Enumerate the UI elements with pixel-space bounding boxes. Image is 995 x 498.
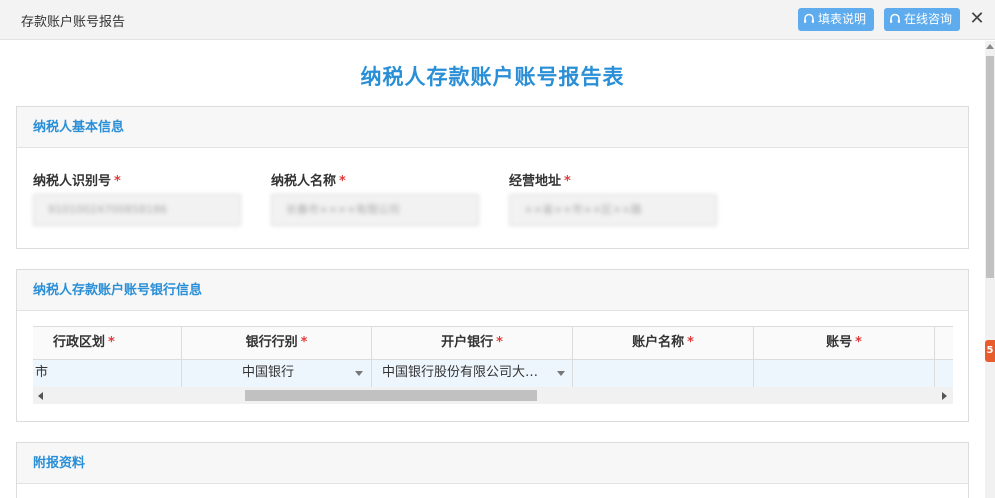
dialog-content: 纳税人存款账户账号报告表 纳税人基本信息 纳税人识别号 * 91010024700…	[0, 41, 985, 498]
business-address-input[interactable]: ××省××市××区××路	[509, 194, 717, 226]
grid-header-row: 行政区划 * 银行行别 * 开户银行 * 账户名称 * 账号 *	[33, 326, 953, 360]
attachments-heading: 附报资料	[17, 443, 968, 484]
bank-type-value: 中国银行	[242, 365, 295, 380]
business-address-label: 经营地址	[509, 174, 562, 189]
headset-icon	[804, 13, 814, 23]
extra-cell	[935, 360, 953, 387]
account-no-cell[interactable]	[754, 360, 935, 387]
column-header-region: 行政区划 *	[33, 327, 182, 359]
column-header-account-name: 账户名称 *	[573, 327, 754, 359]
required-mark: *	[114, 174, 121, 189]
chevron-down-icon[interactable]	[557, 371, 565, 376]
region-cell[interactable]: 市	[33, 360, 182, 387]
taxpayer-name-label: 纳税人名称	[271, 174, 337, 189]
headset-icon	[890, 13, 900, 23]
taxpayer-name-field: 纳税人名称 * 长春市××××有限公司	[271, 170, 479, 226]
taxpayer-id-field: 纳税人识别号 * 91010024700858186	[33, 170, 241, 226]
bank-info-heading: 纳税人存款账户账号银行信息	[17, 270, 968, 311]
required-mark: *	[339, 174, 346, 189]
attachments-panel: 附报资料	[16, 442, 969, 498]
scroll-up-icon[interactable]	[986, 44, 994, 49]
dialog-titlebar: 存款账户账号报告 填表说明 在线咨询 ✕	[0, 0, 995, 40]
dialog-title: 存款账户账号报告	[21, 15, 126, 30]
column-header-extra	[935, 327, 953, 359]
taxpayer-id-label: 纳税人识别号	[33, 174, 112, 189]
column-header-bank: 开户银行 *	[372, 327, 573, 359]
column-header-bank-type: 银行行别 *	[182, 327, 372, 359]
fill-instructions-label: 填表说明	[818, 12, 867, 26]
floating-widget-icon[interactable]: 5	[985, 340, 995, 362]
grid-horizontal-scrollbar[interactable]	[33, 387, 953, 404]
account-name-cell[interactable]	[573, 360, 754, 387]
vertical-scrollbar[interactable]: 5	[985, 41, 995, 498]
business-address-field: 经营地址 * ××省××市××区××路	[509, 170, 717, 226]
column-header-account-no: 账号 *	[754, 327, 935, 359]
close-icon[interactable]: ✕	[967, 8, 987, 30]
online-consult-label: 在线咨询	[904, 12, 953, 26]
bank-select[interactable]: 中国银行股份有限公司大…	[372, 360, 573, 387]
basic-info-heading: 纳税人基本信息	[17, 107, 968, 148]
scroll-right-icon[interactable]	[942, 392, 947, 400]
scrollbar-thumb[interactable]	[245, 390, 537, 401]
basic-info-panel: 纳税人基本信息 纳税人识别号 * 91010024700858186 纳税人名称 *…	[16, 106, 969, 249]
scroll-left-icon[interactable]	[38, 392, 43, 400]
page-title: 纳税人存款账户账号报告表	[360, 65, 625, 89]
bank-value: 中国银行股份有限公司大…	[382, 365, 539, 380]
chevron-down-icon[interactable]	[355, 371, 363, 376]
taxpayer-id-input[interactable]: 91010024700858186	[33, 194, 241, 226]
bank-info-panel: 纳税人存款账户账号银行信息 行政区划 * 银行行别 * 开户银行 * 账户名称 * 账号…	[16, 269, 969, 422]
taxpayer-name-input[interactable]: 长春市××××有限公司	[271, 194, 479, 226]
online-consult-button[interactable]: 在线咨询	[884, 8, 960, 31]
report-dialog: 存款账户账号报告 填表说明 在线咨询 ✕ 纳税人存款账户账号报告表 纳税人基本信…	[0, 0, 995, 498]
bank-type-select[interactable]: 中国银行	[182, 360, 372, 387]
table-row[interactable]: 市 中国银行 中国银行股份有限公司大…	[33, 360, 953, 388]
required-mark: *	[564, 174, 571, 189]
scrollbar-thumb[interactable]	[986, 56, 994, 278]
fill-instructions-button[interactable]: 填表说明	[798, 8, 874, 31]
